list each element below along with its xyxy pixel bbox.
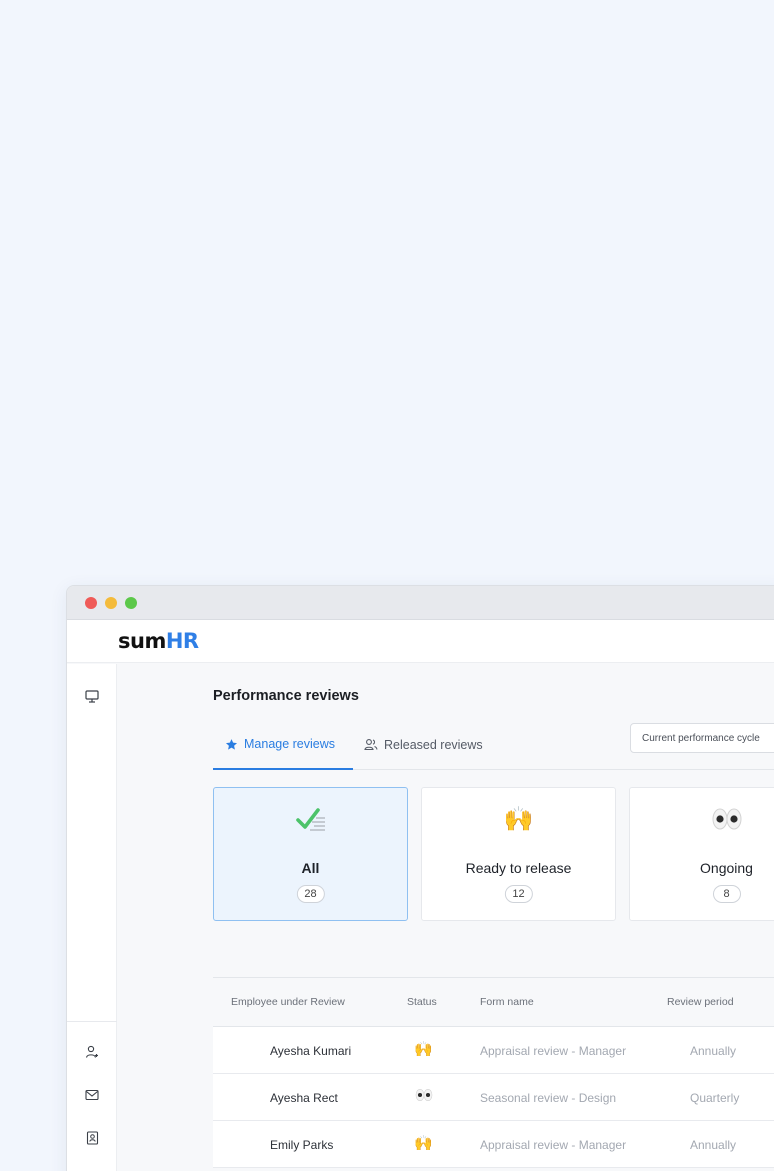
column-header[interactable]: Review period [667, 996, 734, 1008]
card-count: 28 [296, 885, 325, 903]
star-icon [225, 738, 238, 750]
mail-icon[interactable] [84, 1087, 100, 1103]
card-count: 12 [504, 885, 533, 903]
tab-released-reviews[interactable]: Released reviews [364, 720, 483, 769]
main-content: Performance reviews Manage reviews Relea… [213, 664, 774, 1171]
card-all[interactable]: All 28 [213, 787, 408, 921]
review-period: Annually [690, 1138, 737, 1152]
card-count: 8 [712, 885, 741, 903]
card-ongoing[interactable]: Ongoing 8 [629, 787, 774, 921]
card-label: Ready to release [465, 860, 572, 876]
employee-name: Ayesha Rect [270, 1091, 338, 1105]
users-icon [364, 739, 378, 751]
form-name: Appraisal review - Manager [480, 1044, 627, 1058]
app-window: sumHR Performance reviews Manage reviews… [66, 585, 774, 1171]
reviews-table: Employee under Review Status Form name R… [213, 977, 774, 1168]
sidebar-divider [67, 1021, 117, 1022]
add-user-icon[interactable] [84, 1044, 100, 1060]
raised-hands-icon: 🙌 [503, 806, 534, 833]
status-raised-hands-icon: 🙌 [414, 1135, 433, 1152]
page-title: Performance reviews [213, 688, 359, 704]
employee-name: Emily Parks [270, 1138, 334, 1152]
check-icon [214, 805, 407, 839]
review-period: Annually [690, 1044, 737, 1058]
app-header: sumHR [67, 620, 774, 663]
window-titlebar [67, 586, 774, 620]
sidebar [67, 664, 117, 1171]
eyes-icon [630, 805, 774, 839]
card-label: Ongoing [700, 860, 753, 876]
contact-book-icon[interactable] [84, 1130, 100, 1146]
form-name: Appraisal review - Manager [480, 1138, 627, 1152]
table-row[interactable]: Emily Parks 🙌 Appraisal review - Manager… [213, 1121, 774, 1168]
status-raised-hands-icon: 🙌 [414, 1041, 433, 1058]
employee-name: Ayesha Kumari [270, 1044, 352, 1058]
maximize-window-button[interactable] [125, 596, 137, 609]
performance-cycle-select[interactable]: Current performance cycle [630, 723, 774, 753]
status-eyes-icon [414, 1087, 434, 1107]
monitor-icon[interactable] [84, 688, 100, 704]
minimize-window-button[interactable] [105, 596, 117, 609]
sumhr-logo[interactable]: sumHR [118, 629, 199, 653]
table-row[interactable]: Ayesha Kumari 🙌 Appraisal review - Manag… [213, 1027, 774, 1074]
close-window-button[interactable] [85, 596, 97, 609]
card-ready-to-release[interactable]: 🙌 Ready to release 12 [421, 787, 616, 921]
form-name: Seasonal review - Design [480, 1091, 617, 1105]
card-label: All [301, 860, 320, 876]
column-header[interactable]: Employee under Review [231, 996, 345, 1008]
review-period: Quarterly [690, 1091, 740, 1105]
table-header: Employee under Review Status Form name R… [213, 977, 774, 1027]
column-header[interactable]: Form name [480, 996, 534, 1008]
column-header[interactable]: Status [407, 996, 437, 1008]
tab-manage-reviews[interactable]: Manage reviews [213, 720, 353, 770]
table-row[interactable]: Ayesha Rect Seasonal review - Design Qua… [213, 1074, 774, 1121]
